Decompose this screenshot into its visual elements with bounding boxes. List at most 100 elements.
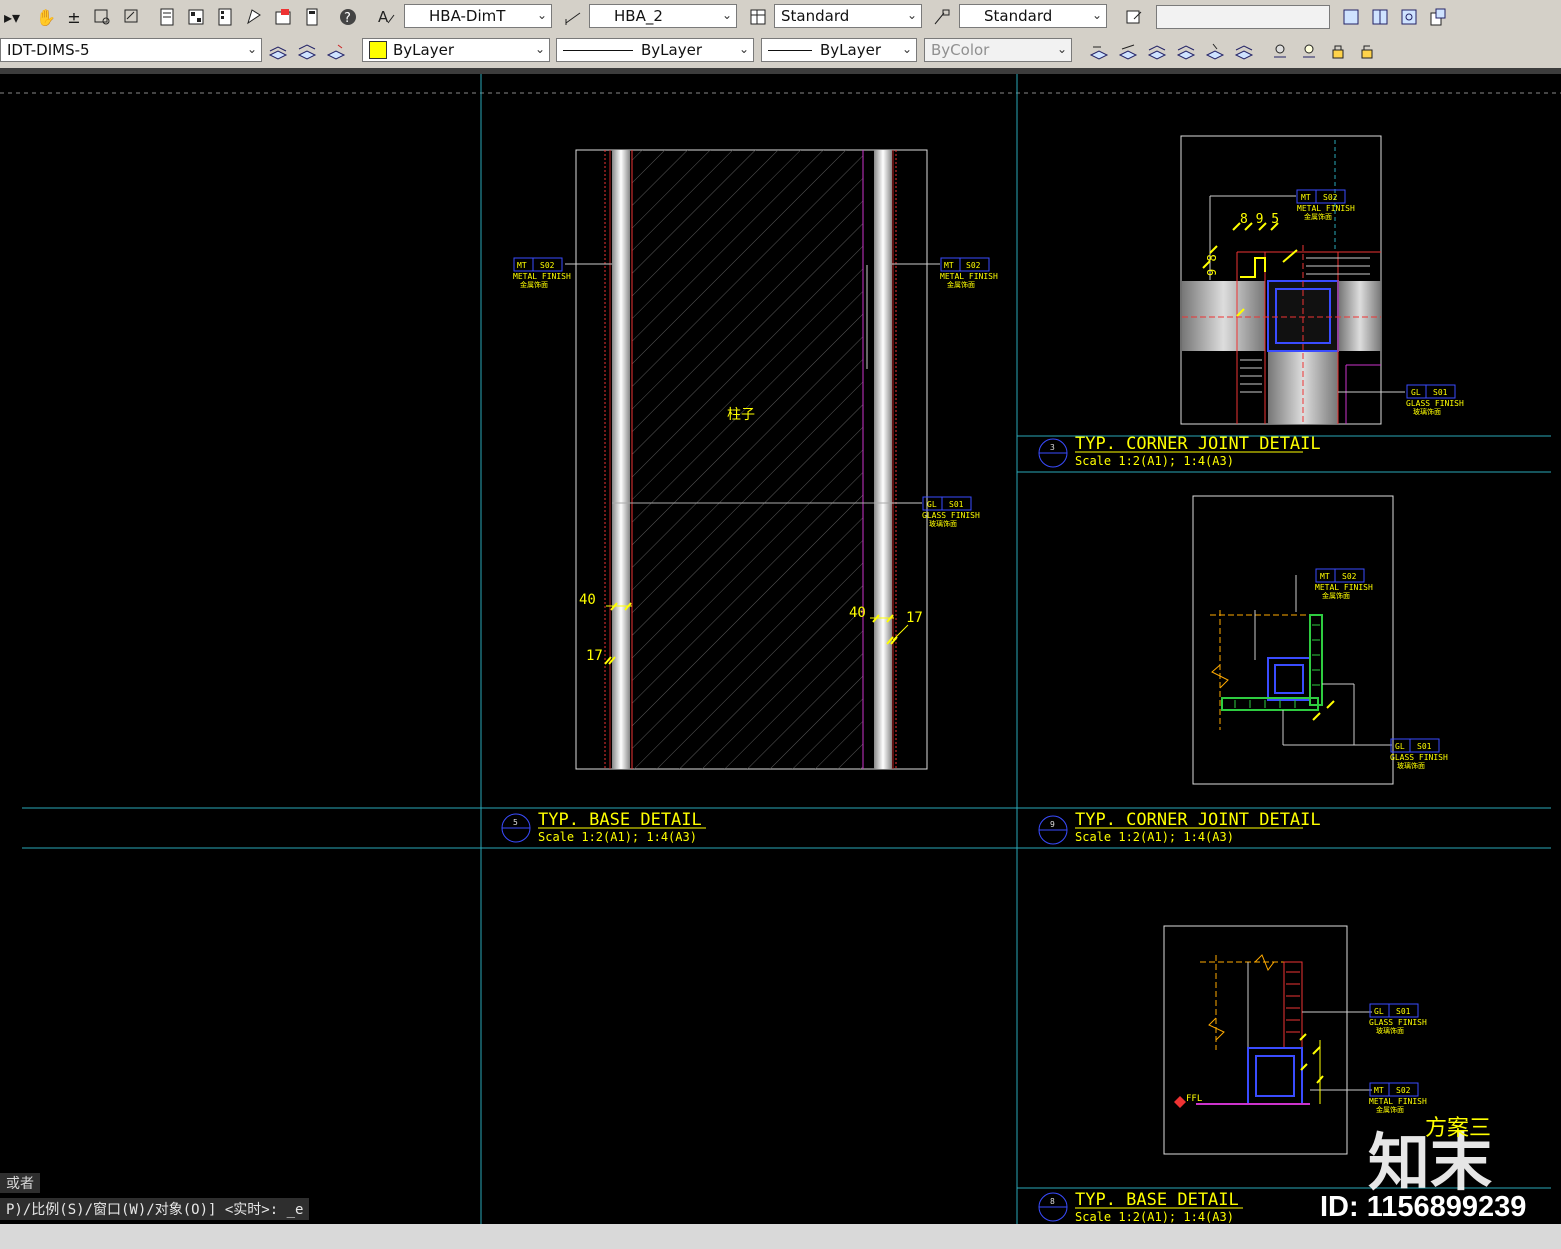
layer-properties-icon[interactable] — [266, 39, 290, 63]
layer-tool-2-icon[interactable] — [1116, 39, 1140, 63]
finish-tag-metal-right: MT S02 METAL FINISH 金属饰面 — [940, 257, 998, 289]
viewport-icon[interactable] — [1368, 5, 1392, 29]
layer-tool-6-icon[interactable] — [1232, 39, 1256, 63]
tag-num: S01 — [1396, 1007, 1411, 1016]
dim-17-right: 17 — [906, 610, 923, 626]
chevron-down-icon: ⌄ — [1056, 42, 1067, 56]
detail-8-number: 8 — [1050, 1197, 1055, 1206]
pointer-dropdown-icon[interactable]: ▸▾ — [0, 5, 24, 29]
dimension-style-select[interactable]: HBA-DimT ⌄ — [404, 4, 552, 28]
command-line[interactable]: P)/比例(S)/窗口(W)/对象(O)] <实时>: _e — [0, 1198, 310, 1220]
tag-cn: 玻璃饰面 — [929, 519, 957, 528]
design-center-icon[interactable] — [184, 5, 208, 29]
finish-tag-metal-detail3: MT S02 METAL FINISH 金属饰面 — [1296, 189, 1355, 221]
tool-palettes-icon[interactable] — [213, 5, 237, 29]
tag-en: METAL FINISH — [1315, 583, 1373, 592]
detail-9-title: TYP. CORNER JOINT DETAIL — [1075, 810, 1321, 830]
zoom-previous-icon[interactable] — [120, 5, 144, 29]
layer-tool-1-icon[interactable] — [1087, 39, 1111, 63]
tag-code: GL — [1374, 1007, 1384, 1016]
chevron-down-icon: ⌄ — [906, 8, 917, 22]
tag-code: MT — [1301, 193, 1311, 202]
tag-num: S02 — [966, 261, 981, 270]
text-style-icon[interactable]: A — [374, 5, 398, 29]
tag-code: MT — [944, 261, 954, 270]
tag-cn: 金属饰面 — [520, 280, 548, 289]
lineweight-value: ByLayer — [820, 41, 881, 59]
multileader-style-select-2[interactable]: Standard ⌄ — [959, 4, 1107, 28]
tag-code: GL — [927, 500, 937, 509]
publish-icon[interactable] — [1426, 5, 1450, 29]
view-manager-icon[interactable] — [1339, 5, 1363, 29]
pan-hand-icon[interactable]: ✋ — [34, 5, 58, 29]
detail-5-title-block: 5 TYP. BASE DETAIL Scale 1:2(A1); 1:4(A3… — [501, 810, 706, 844]
dim-style-icon[interactable] — [561, 5, 585, 29]
chevron-down-icon: ⌄ — [721, 8, 732, 22]
color-value: ByLayer — [393, 41, 454, 59]
status-bar — [0, 1224, 1561, 1249]
tag-en: METAL FINISH — [940, 272, 998, 281]
base-detail-8-drawing — [1163, 925, 1372, 1155]
dim-40-left: 40 — [579, 592, 596, 608]
detail-9-number: 9 — [1050, 820, 1055, 829]
properties-icon[interactable] — [155, 5, 179, 29]
svg-text:A: A — [378, 8, 389, 26]
chevron-down-icon: ⌄ — [534, 42, 545, 56]
tag-en: GLASS FINISH — [1369, 1018, 1427, 1027]
layout-icon[interactable] — [1397, 5, 1421, 29]
finish-tag-glass-detail3: GL S01 GLASS FINISH 玻璃饰面 — [1406, 384, 1464, 416]
plotstyle-select: ByColor ⌄ — [924, 38, 1072, 62]
command-history-line: 或者 — [0, 1173, 40, 1193]
tag-num: S02 — [1342, 572, 1357, 581]
sheet-set-icon[interactable] — [242, 5, 266, 29]
make-current-layer-icon[interactable] — [295, 39, 319, 63]
finish-tag-glass-detail9: GL S01 GLASS FINISH 玻璃饰面 — [1390, 738, 1448, 770]
markup-icon[interactable] — [271, 5, 295, 29]
tag-code: MT — [1320, 572, 1330, 581]
multileader-style-select[interactable]: HBA_2 ⌄ — [589, 4, 737, 28]
tag-cn: 玻璃饰面 — [1376, 1026, 1404, 1035]
layer-select[interactable]: IDT-DIMS-5 ⌄ — [0, 38, 262, 62]
zoom-realtime-icon[interactable]: ± — [62, 5, 86, 29]
standard-toolbar: ▸▾ ✋ ± ? A HBA-DimT ⌄ HBA_2 ⌄ Standard ⌄ — [0, 0, 1561, 35]
table-style-icon[interactable] — [746, 5, 770, 29]
multileader-icon[interactable] — [930, 5, 954, 29]
tag-cn: 玻璃饰面 — [1413, 407, 1441, 416]
detail-5-title: TYP. BASE DETAIL — [538, 810, 702, 830]
layer-tool-5-icon[interactable] — [1203, 39, 1227, 63]
tag-cn: 金属饰面 — [1304, 212, 1332, 221]
detail-8-title-block: 8 TYP. BASE DETAIL Scale 1:2(A1); 1:4(A3… — [1038, 1190, 1243, 1224]
layer-tool-3-icon[interactable] — [1145, 39, 1169, 63]
svg-text:?: ? — [344, 11, 351, 26]
calculator-icon[interactable] — [300, 5, 324, 29]
layer-off-icon[interactable] — [1268, 39, 1292, 63]
tag-code: MT — [517, 261, 527, 270]
linetype-preview — [563, 49, 633, 51]
lineweight-select[interactable]: ByLayer ⌄ — [761, 38, 917, 62]
help-icon[interactable]: ? — [336, 5, 360, 29]
layer-previous-icon[interactable] — [324, 39, 348, 63]
tag-en: GLASS FINISH — [922, 511, 980, 520]
dim-895: 8 9 5 — [1240, 212, 1279, 227]
layer-unlock-icon[interactable] — [1355, 39, 1379, 63]
dim-17-left: 17 — [586, 648, 603, 664]
zoom-window-icon[interactable] — [90, 5, 114, 29]
layer-isolate-icon[interactable] — [1297, 39, 1321, 63]
chevron-down-icon: ⌄ — [901, 42, 912, 56]
tag-num: S02 — [540, 261, 555, 270]
layer-lock-icon[interactable] — [1326, 39, 1350, 63]
model-space-canvas[interactable]: 柱子 40 17 40 17 MT S02 METAL FINISH 金属饰面 … — [0, 74, 1561, 1224]
search-input[interactable] — [1156, 5, 1330, 29]
tag-num: S01 — [949, 500, 964, 509]
finish-tag-metal-detail8: MT S02 METAL FINISH 金属饰面 — [1369, 1082, 1427, 1114]
workspace-icon[interactable] — [1122, 5, 1146, 29]
color-select[interactable]: ByLayer ⌄ — [362, 38, 550, 62]
detail-9-title-block: 9 TYP. CORNER JOINT DETAIL Scale 1:2(A1)… — [1038, 810, 1321, 845]
detail-3-title-block: 3 TYP. CORNER JOINT DETAIL Scale 1:2(A1)… — [1038, 434, 1321, 468]
table-style-select[interactable]: Standard ⌄ — [774, 4, 922, 28]
tag-cn: 金属饰面 — [947, 280, 975, 289]
chevron-down-icon: ⌄ — [1091, 8, 1102, 22]
layer-tool-4-icon[interactable] — [1174, 39, 1198, 63]
multileader-style-value: HBA_2 — [614, 7, 663, 25]
linetype-select[interactable]: ByLayer ⌄ — [556, 38, 754, 62]
